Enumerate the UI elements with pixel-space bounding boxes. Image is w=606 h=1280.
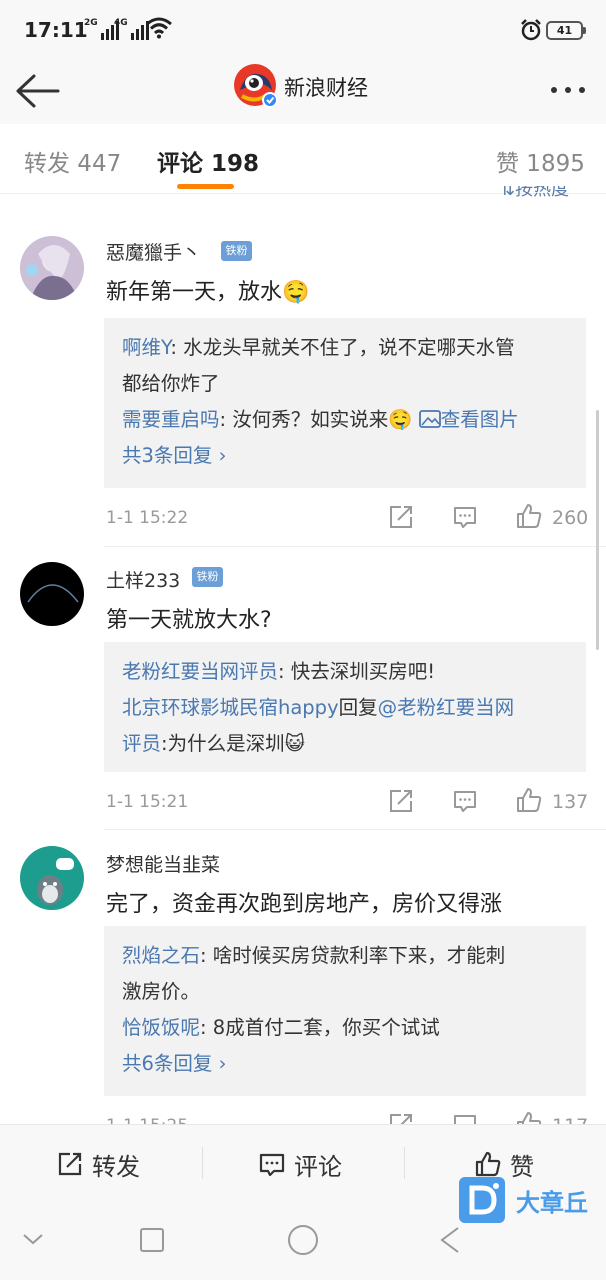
repost-comment-button[interactable] bbox=[388, 504, 414, 534]
more-replies-link[interactable]: 共3条回复 › bbox=[122, 438, 568, 474]
image-icon bbox=[418, 410, 441, 428]
comment-icon bbox=[259, 1153, 285, 1177]
account-avatar[interactable] bbox=[234, 64, 278, 108]
status-time: 17:11 bbox=[24, 18, 88, 42]
scrollbar[interactable] bbox=[596, 410, 599, 650]
comment-icon bbox=[454, 507, 476, 528]
more-options-button[interactable] bbox=[546, 78, 590, 102]
tab-repost[interactable]: 转发 447 bbox=[24, 144, 121, 178]
thumbs-up-icon bbox=[517, 504, 542, 528]
view-image-link[interactable]: 查看图片 bbox=[418, 408, 519, 431]
dot-icon bbox=[579, 87, 585, 93]
avatar[interactable] bbox=[20, 236, 84, 300]
divider bbox=[404, 1147, 405, 1179]
reply-line: 激房价。 bbox=[122, 980, 201, 1003]
fan-badge: 铁粉 bbox=[192, 567, 223, 587]
active-tab-indicator bbox=[177, 184, 234, 189]
reply-preview-box[interactable]: 啊维Y: 水龙头早就关不住了，说不定哪天水管 都给你炸了 需要重启吗: 汝何秀？… bbox=[104, 318, 586, 488]
reply-author[interactable]: 需要重启吗 bbox=[122, 408, 220, 431]
comment-text: 新年第一天，放水🤤 bbox=[106, 280, 310, 305]
mention-link[interactable]: 评员 bbox=[122, 732, 161, 755]
recent-apps-icon[interactable] bbox=[140, 1228, 164, 1252]
comment-timestamp: 1-1 15:22 bbox=[106, 508, 189, 528]
avatar-image-icon bbox=[20, 236, 84, 300]
fan-badge: 铁粉 bbox=[221, 241, 252, 261]
reply-line: 评员:为什么是深圳😺 bbox=[122, 732, 305, 755]
reply-author[interactable]: 啊维Y bbox=[122, 336, 170, 359]
comment-username[interactable]: 土样233 bbox=[106, 566, 180, 593]
reply-preview-box[interactable]: 烈焰之石: 啥时候买房贷款利率下来，才能刺 激房价。 恰饭饭呢: 8成首付二套，… bbox=[104, 926, 586, 1096]
like-comment-button[interactable] bbox=[515, 786, 543, 818]
sort-icon: ⇅ bbox=[500, 186, 516, 200]
like-count: 260 bbox=[552, 507, 589, 529]
chevron-right-icon: › bbox=[218, 1052, 227, 1075]
comment-icon bbox=[454, 791, 476, 812]
divider bbox=[104, 829, 606, 830]
reply-line: 啊维Y: 水龙头早就关不住了，说不定哪天水管 bbox=[122, 336, 515, 359]
mention-link[interactable]: @老粉红要当网 bbox=[378, 696, 515, 719]
page-title: 新浪财经 bbox=[284, 76, 368, 100]
reply-author[interactable]: 北京环球影城民宿happy bbox=[122, 696, 339, 719]
comment-timestamp: 1-1 15:21 bbox=[106, 792, 189, 812]
avatar-image-icon bbox=[20, 846, 84, 910]
comment-button[interactable]: 评论 bbox=[258, 1125, 342, 1203]
reply-author[interactable]: 恰饭饭呢 bbox=[122, 1016, 200, 1039]
back-triangle-icon[interactable] bbox=[440, 1226, 460, 1254]
reply-preview-box[interactable]: 老粉红要当网评员: 快去深圳买房吧! 北京环球影城民宿happy回复@老粉红要当… bbox=[104, 642, 586, 772]
reply-line: 烈焰之石: 啥时候买房贷款利率下来，才能刺 bbox=[122, 944, 506, 967]
tab-comments[interactable]: 评论 198 bbox=[157, 144, 259, 178]
reply-comment-button[interactable] bbox=[452, 788, 478, 818]
repost-button[interactable]: 转发 bbox=[56, 1125, 140, 1203]
reply-author[interactable]: 老粉红要当网评员 bbox=[122, 660, 278, 683]
reply-line: 恰饭饭呢: 8成首付二套，你买个试试 bbox=[122, 1016, 440, 1039]
watermark-logo-icon bbox=[459, 1177, 505, 1223]
reply-line: 需要重启吗: 汝何秀？如实说来🤤 查看图片 bbox=[122, 408, 519, 431]
divider bbox=[104, 546, 606, 547]
reply-line: 老粉红要当网评员: 快去深圳买房吧! bbox=[122, 660, 436, 683]
thumbs-up-icon bbox=[517, 788, 542, 812]
tab-bar: 转发 447 评论 198 赞 1895 bbox=[0, 124, 606, 194]
reply-author[interactable]: 烈焰之石 bbox=[122, 944, 200, 967]
home-icon[interactable] bbox=[287, 1224, 319, 1256]
comment-text: 第一天就放大水? bbox=[106, 608, 272, 633]
tab-likes[interactable]: 赞 1895 bbox=[496, 144, 585, 178]
reply-line: 都给你炸了 bbox=[122, 372, 220, 395]
alarm-icon bbox=[521, 19, 541, 41]
reply-line: 北京环球影城民宿happy回复@老粉红要当网 bbox=[122, 696, 515, 719]
divider bbox=[202, 1147, 203, 1179]
repost-icon bbox=[390, 506, 412, 528]
sina-finance-logo-icon bbox=[234, 64, 278, 108]
reply-comment-button[interactable] bbox=[452, 504, 478, 534]
chevron-down-icon[interactable] bbox=[22, 1232, 44, 1246]
battery-icon: 41 bbox=[546, 21, 586, 40]
comment-username[interactable]: 惡魔獵手丶 bbox=[106, 238, 201, 265]
repost-icon bbox=[58, 1152, 82, 1176]
more-replies-link[interactable]: 共6条回复 › bbox=[122, 1046, 568, 1082]
sort-toggle[interactable]: ⇅按热度 bbox=[500, 186, 569, 200]
back-button[interactable] bbox=[14, 66, 62, 116]
dot-icon bbox=[565, 87, 571, 93]
like-count: 137 bbox=[552, 791, 589, 813]
dot-icon bbox=[551, 87, 557, 93]
watermark: 大章丘 bbox=[458, 1176, 588, 1224]
top-nav: 新浪财经 bbox=[0, 58, 606, 124]
repost-comment-button[interactable] bbox=[388, 788, 414, 818]
status-bar: 17:11 2G 4G 41 bbox=[0, 0, 606, 58]
avatar-image-icon bbox=[20, 562, 84, 626]
avatar[interactable] bbox=[20, 846, 84, 910]
comment-text: 完了，资金再次跑到房地产，房价又得涨 bbox=[106, 892, 503, 917]
back-arrow-icon bbox=[16, 74, 60, 108]
signal-4g-icon: 4G bbox=[114, 18, 149, 40]
comment-username[interactable]: 梦想能当韭菜 bbox=[106, 850, 220, 877]
like-comment-button[interactable] bbox=[515, 502, 543, 534]
chevron-right-icon: › bbox=[218, 444, 227, 467]
repost-icon bbox=[390, 790, 412, 812]
wifi-icon bbox=[146, 17, 172, 39]
avatar[interactable] bbox=[20, 562, 84, 626]
thumbs-up-icon bbox=[475, 1151, 501, 1177]
